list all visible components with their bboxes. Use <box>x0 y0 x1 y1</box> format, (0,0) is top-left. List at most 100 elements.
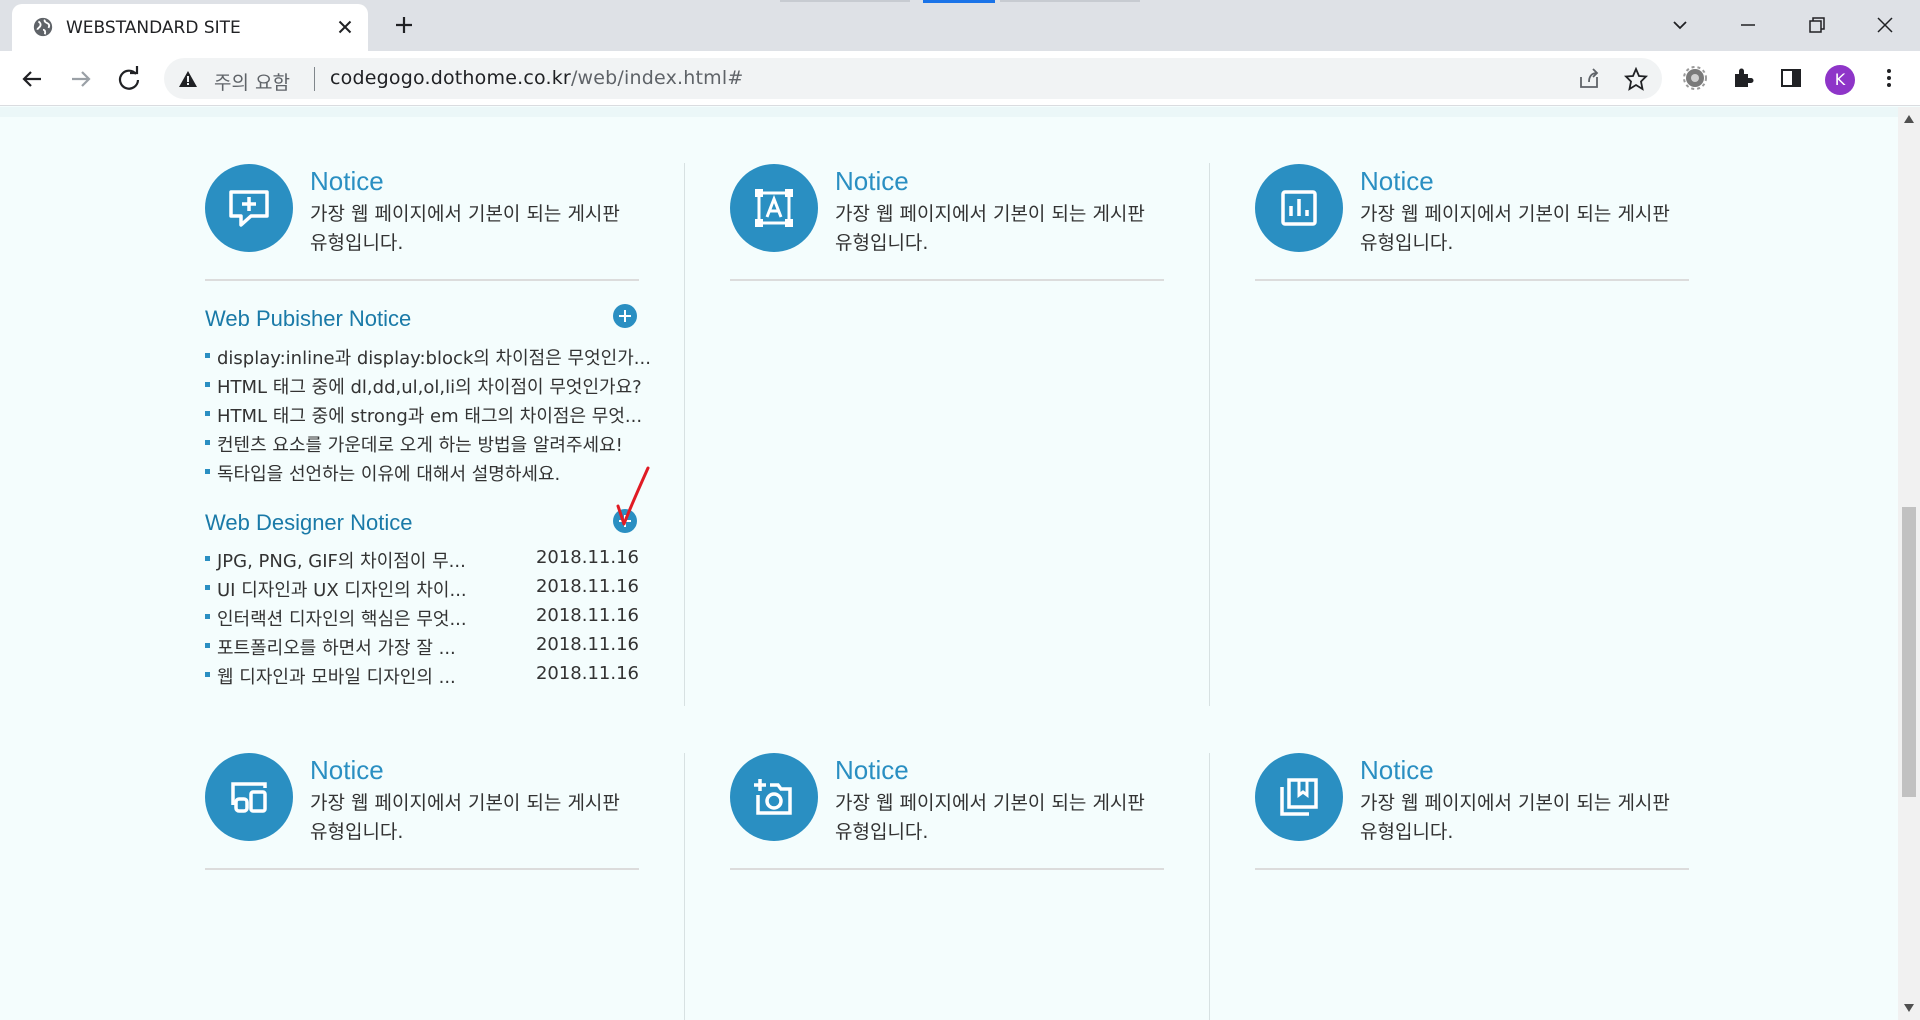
annotation-checkmark-icon <box>616 466 650 526</box>
designer-notice-heading[interactable]: Web Designer Notice <box>205 510 412 536</box>
list-item[interactable]: HTML 태그 중에 strong과 em 태그의 차이점은 무엇... <box>205 400 642 429</box>
card-desc-line: 가장 웹 페이지에서 기본이 되는 게시판 <box>835 792 1145 814</box>
bullet-marker <box>205 672 210 677</box>
card-title[interactable]: Notice <box>1360 755 1434 786</box>
list-item[interactable]: 인터랙션 디자인의 핵심은 무엇... 2018.11.16 <box>205 603 639 632</box>
card-title[interactable]: Notice <box>310 755 384 786</box>
publisher-notice-heading[interactable]: Web Pubisher Notice <box>205 306 411 332</box>
url-path: /web/index.html# <box>570 67 744 89</box>
notice-date: 2018.11.16 <box>535 576 639 597</box>
page-content: Notice 가장 웹 페이지에서 기본이 되는 게시판 유형입니다. Notic… <box>0 107 1898 1020</box>
profile-avatar[interactable]: K <box>1825 65 1855 95</box>
list-item[interactable]: 컨텐츠 요소를 가운데로 오게 하는 방법을 알려주세요! <box>205 429 639 458</box>
notice-title[interactable]: display:inline과 display:block의 차이점은 무엇인가… <box>217 344 651 370</box>
text-frame-icon[interactable] <box>730 164 818 252</box>
list-item[interactable]: JPG, PNG, GIF의 차이점이 무... 2018.11.16 <box>205 545 639 574</box>
list-item[interactable]: 독타입을 선언하는 이유에 대해서 설명하세요. <box>205 458 639 487</box>
card-divider <box>730 279 1164 281</box>
card-description: 가장 웹 페이지에서 기본이 되는 게시판유형입니다. <box>310 789 640 847</box>
card-desc-line: 유형입니다. <box>835 821 929 843</box>
notice-title[interactable]: 포트폴리오를 하면서 가장 잘 ... <box>217 634 456 660</box>
back-arrow-icon[interactable] <box>17 64 47 94</box>
more-menu-icon[interactable] <box>1876 65 1902 91</box>
close-window-icon[interactable] <box>1870 10 1900 40</box>
card-desc-line: 가장 웹 페이지에서 기본이 되는 게시판 <box>1360 203 1670 225</box>
card-description: 가장 웹 페이지에서 기본이 되는 게시판 유형입니다. <box>835 200 1165 258</box>
designer-notice-list: JPG, PNG, GIF의 차이점이 무... 2018.11.16 UI 디자… <box>205 545 639 690</box>
notice-title[interactable]: HTML 태그 중에 strong과 em 태그의 차이점은 무엇... <box>217 402 642 428</box>
card-desc-line: 유형입니다. <box>310 821 404 843</box>
card-divider <box>1255 868 1689 870</box>
card-description: 가장 웹 페이지에서 기본이 되는 게시판유형입니다. <box>310 200 640 258</box>
column-divider <box>684 753 685 1020</box>
notice-title[interactable]: UI 디자인과 UX 디자인의 차이... <box>217 576 467 602</box>
publisher-notice-list: display:inline과 display:block의 차이점은 무엇인가… <box>205 342 651 487</box>
bookmark-star-icon[interactable] <box>1624 67 1648 91</box>
scrollbar-thumb[interactable] <box>1902 507 1916 797</box>
card-title[interactable]: Notice <box>835 166 909 197</box>
card-desc-line: 가장 웹 페이지에서 기본이 되는 게시판 <box>310 792 620 814</box>
add-camera-icon[interactable] <box>730 753 818 841</box>
browser-tab[interactable]: WEBSTANDARD SITE <box>12 4 368 51</box>
notice-title[interactable]: 웹 디자인과 모바일 디자인의 ... <box>217 663 456 689</box>
minimize-icon[interactable] <box>1733 10 1763 40</box>
tab-strip-ghost <box>1000 0 1140 2</box>
bullet-marker <box>205 614 210 619</box>
card-title[interactable]: Notice <box>1360 166 1434 197</box>
extension-gear-icon[interactable] <box>1682 65 1708 91</box>
card-description: 가장 웹 페이지에서 기본이 되는 게시판유형입니다. <box>835 789 1165 847</box>
list-item[interactable]: UI 디자인과 UX 디자인의 차이... 2018.11.16 <box>205 574 639 603</box>
bullet-marker <box>205 440 210 445</box>
warning-icon[interactable] <box>178 69 198 89</box>
security-status-label[interactable]: 주의 요함 <box>214 68 290 95</box>
card-divider <box>1255 279 1689 281</box>
notice-title[interactable]: HTML 태그 중에 dl,dd,ul,ol,li의 차이점이 무엇인가요? <box>217 373 642 399</box>
share-icon[interactable] <box>1577 67 1601 91</box>
url-text[interactable]: codegogo.dothome.co.kr/web/index.html# <box>330 67 743 89</box>
card-desc-line: 가장 웹 페이지에서 기본이 되는 게시판 <box>835 203 1145 225</box>
column-divider <box>1209 753 1210 1020</box>
restore-icon[interactable] <box>1802 10 1832 40</box>
card-title[interactable]: Notice <box>310 166 384 197</box>
list-item[interactable]: HTML 태그 중에 dl,dd,ul,ol,li의 차이점이 무엇인가요? <box>205 371 642 400</box>
forward-arrow-icon[interactable] <box>66 64 96 94</box>
column-divider <box>684 163 685 706</box>
browser-toolbar: 주의 요함 codegogo.dothome.co.kr/web/index.h… <box>0 51 1920 106</box>
bookmark-library-icon[interactable] <box>1255 753 1343 841</box>
card-divider <box>205 279 639 281</box>
reload-icon[interactable] <box>114 64 144 94</box>
card-description: 가장 웹 페이지에서 기본이 되는 게시판 유형입니다. <box>1360 789 1690 847</box>
notice-title[interactable]: 컨텐츠 요소를 가운데로 오게 하는 방법을 알려주세요! <box>217 431 623 457</box>
extensions-puzzle-icon[interactable] <box>1730 65 1756 91</box>
devices-icon[interactable] <box>205 753 293 841</box>
scroll-down-arrow-icon[interactable] <box>1904 1004 1914 1012</box>
card-desc-line: 유형입니다. <box>310 232 404 254</box>
card-desc-line: 가장 웹 페이지에서 기본이 되는 게시판 <box>1360 792 1670 814</box>
bullet-marker <box>205 585 210 590</box>
bullet-marker <box>205 411 210 416</box>
bullet-marker <box>205 556 210 561</box>
bar-chart-icon[interactable] <box>1255 164 1343 252</box>
publisher-more-button[interactable] <box>613 304 637 328</box>
scroll-up-arrow-icon[interactable] <box>1904 115 1914 123</box>
side-panel-icon[interactable] <box>1778 65 1804 91</box>
list-item[interactable]: 포트폴리오를 하면서 가장 잘 ... 2018.11.16 <box>205 632 639 661</box>
notice-title[interactable]: 독타입을 선언하는 이유에 대해서 설명하세요. <box>217 460 560 486</box>
add-comment-icon[interactable] <box>205 164 293 252</box>
bullet-marker <box>205 469 210 474</box>
new-tab-icon[interactable] <box>392 13 416 37</box>
page-scrollbar[interactable] <box>1898 107 1920 1020</box>
bullet-marker <box>205 643 210 648</box>
notice-title[interactable]: 인터랙션 디자인의 핵심은 무엇... <box>217 605 467 631</box>
list-item[interactable]: 웹 디자인과 모바일 디자인의 ... 2018.11.16 <box>205 661 639 690</box>
card-divider <box>730 868 1164 870</box>
list-item[interactable]: display:inline과 display:block의 차이점은 무엇인가… <box>205 342 651 371</box>
notice-date: 2018.11.16 <box>535 605 639 626</box>
address-bar[interactable]: 주의 요함 codegogo.dothome.co.kr/web/index.h… <box>164 58 1662 99</box>
card-title[interactable]: Notice <box>835 755 909 786</box>
tab-loading-indicator <box>923 0 995 3</box>
card-desc-line: 가장 웹 페이지에서 기본이 되는 게시판 <box>310 203 620 225</box>
tab-search-icon[interactable] <box>1665 10 1695 40</box>
close-icon[interactable] <box>334 16 356 38</box>
notice-title[interactable]: JPG, PNG, GIF의 차이점이 무... <box>217 547 466 573</box>
